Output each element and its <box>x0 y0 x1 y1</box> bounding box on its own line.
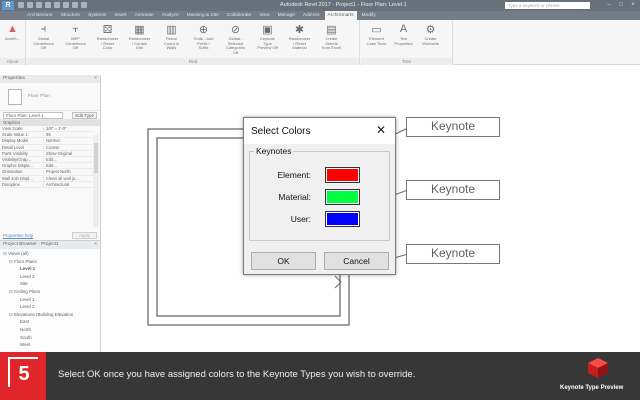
dialog-title: Select Colors <box>251 126 311 137</box>
color-swatch <box>327 191 358 203</box>
material-label: Material: <box>278 192 311 202</box>
group-label: Keynotes <box>254 146 294 156</box>
material-color-button[interactable] <box>325 189 360 205</box>
ok-button[interactable]: OK <box>251 252 316 270</box>
select-colors-dialog: Select Colors ✕ Keynotes Element: Materi… <box>243 117 396 275</box>
step-badge: 5 <box>0 352 46 400</box>
color-swatch <box>327 169 358 181</box>
brand-name: Keynote Type Preview <box>560 385 624 391</box>
user-color-button[interactable] <box>325 211 360 227</box>
cancel-button[interactable]: Cancel <box>324 252 389 270</box>
user-color-row: User: <box>250 211 391 227</box>
keynotes-group: Keynotes Element: Material: User: <box>249 146 391 241</box>
brand-logo-icon <box>588 358 608 378</box>
element-label: Element: <box>277 170 311 180</box>
element-color-row: Element: <box>250 167 391 183</box>
color-swatch <box>327 213 358 225</box>
screen: R Autodesk Revit 2017 - Project1 - Floor… <box>0 0 640 400</box>
user-label: User: <box>290 214 311 224</box>
tutorial-caption-bar: 5 Select OK once you have assigned color… <box>0 352 640 400</box>
dialog-title-bar: Select Colors ✕ <box>244 118 395 144</box>
step-number: 5 <box>8 357 38 387</box>
material-color-row: Material: <box>250 189 391 205</box>
element-color-button[interactable] <box>325 167 360 183</box>
close-icon[interactable]: ✕ <box>376 124 386 136</box>
caption-text: Select OK once you have assigned colors … <box>58 369 416 380</box>
